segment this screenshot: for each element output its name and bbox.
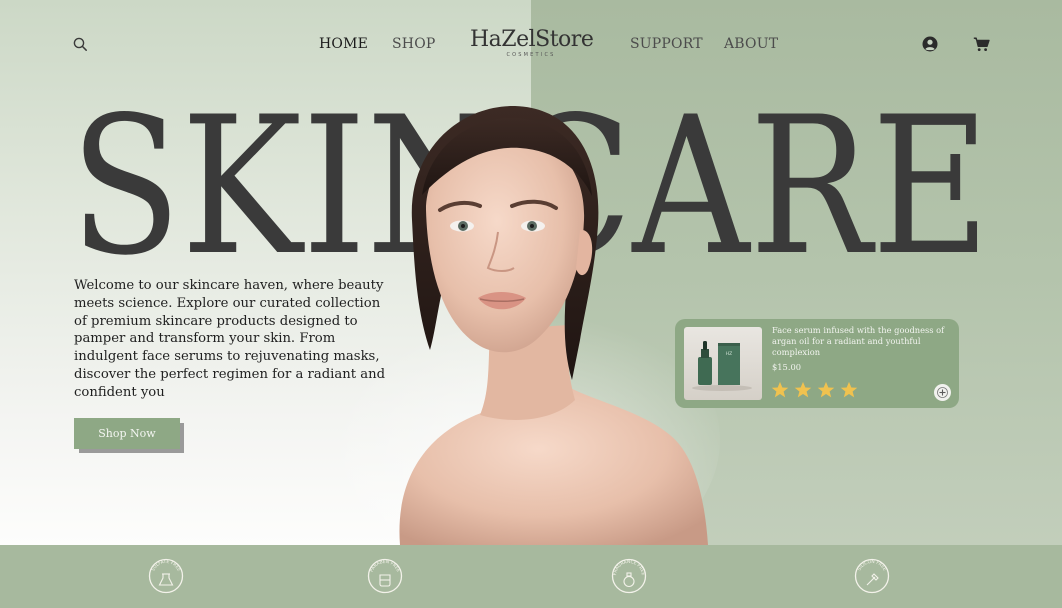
brand-logo[interactable]: HaZelStore COSMETICS [470, 27, 594, 59]
nav-support[interactable]: SUPPORT [630, 36, 703, 52]
product-image[interactable]: HZ [684, 327, 762, 400]
add-to-cart-button[interactable] [934, 384, 951, 401]
svg-text:SULFATE FREE: SULFATE FREE [150, 559, 182, 573]
nav-shop[interactable]: SHOP [392, 36, 436, 52]
brand-tagline: COSMETICS [506, 52, 556, 58]
svg-text:PARABEN FREE: PARABEN FREE [369, 559, 401, 573]
cart-icon[interactable] [973, 37, 990, 52]
dropper-icon [866, 573, 879, 586]
shop-now-button[interactable]: Shop Now [74, 418, 180, 449]
svg-text:HZ: HZ [726, 351, 732, 357]
fragrance-free-badge: FRAGRANCE FREE [611, 558, 647, 594]
star-icon [771, 381, 789, 398]
plus-icon [937, 387, 948, 398]
svg-text:SILICON FREE: SILICON FREE [856, 559, 887, 572]
product-price: $15.00 [772, 362, 802, 372]
nav-home[interactable]: HOME [319, 36, 368, 52]
product-card[interactable]: HZ Face serum infused with the goodness … [675, 319, 959, 408]
product-rating [771, 381, 858, 399]
serum-bottle-image: HZ [692, 341, 752, 391]
hero-intro-text: Welcome to our skincare haven, where bea… [74, 278, 386, 400]
model-portrait [340, 105, 720, 545]
sulfate-free-badge: SULFATE FREE [148, 558, 184, 594]
product-description: Face serum infused with the goodness of … [772, 325, 945, 357]
perfume-icon [623, 572, 635, 588]
silicon-free-badge: SILICON FREE [854, 558, 890, 594]
star-icon [840, 381, 858, 398]
star-icon [817, 381, 835, 398]
flask-icon [158, 573, 174, 586]
star-icon [794, 381, 812, 398]
search-icon[interactable] [73, 37, 88, 52]
user-icon[interactable] [922, 36, 938, 52]
beaker-icon [379, 574, 391, 587]
nav-about[interactable]: ABOUT [724, 36, 778, 52]
brand-name: HaZelStore [470, 27, 594, 52]
paraben-free-badge: PARABEN FREE [367, 558, 403, 594]
